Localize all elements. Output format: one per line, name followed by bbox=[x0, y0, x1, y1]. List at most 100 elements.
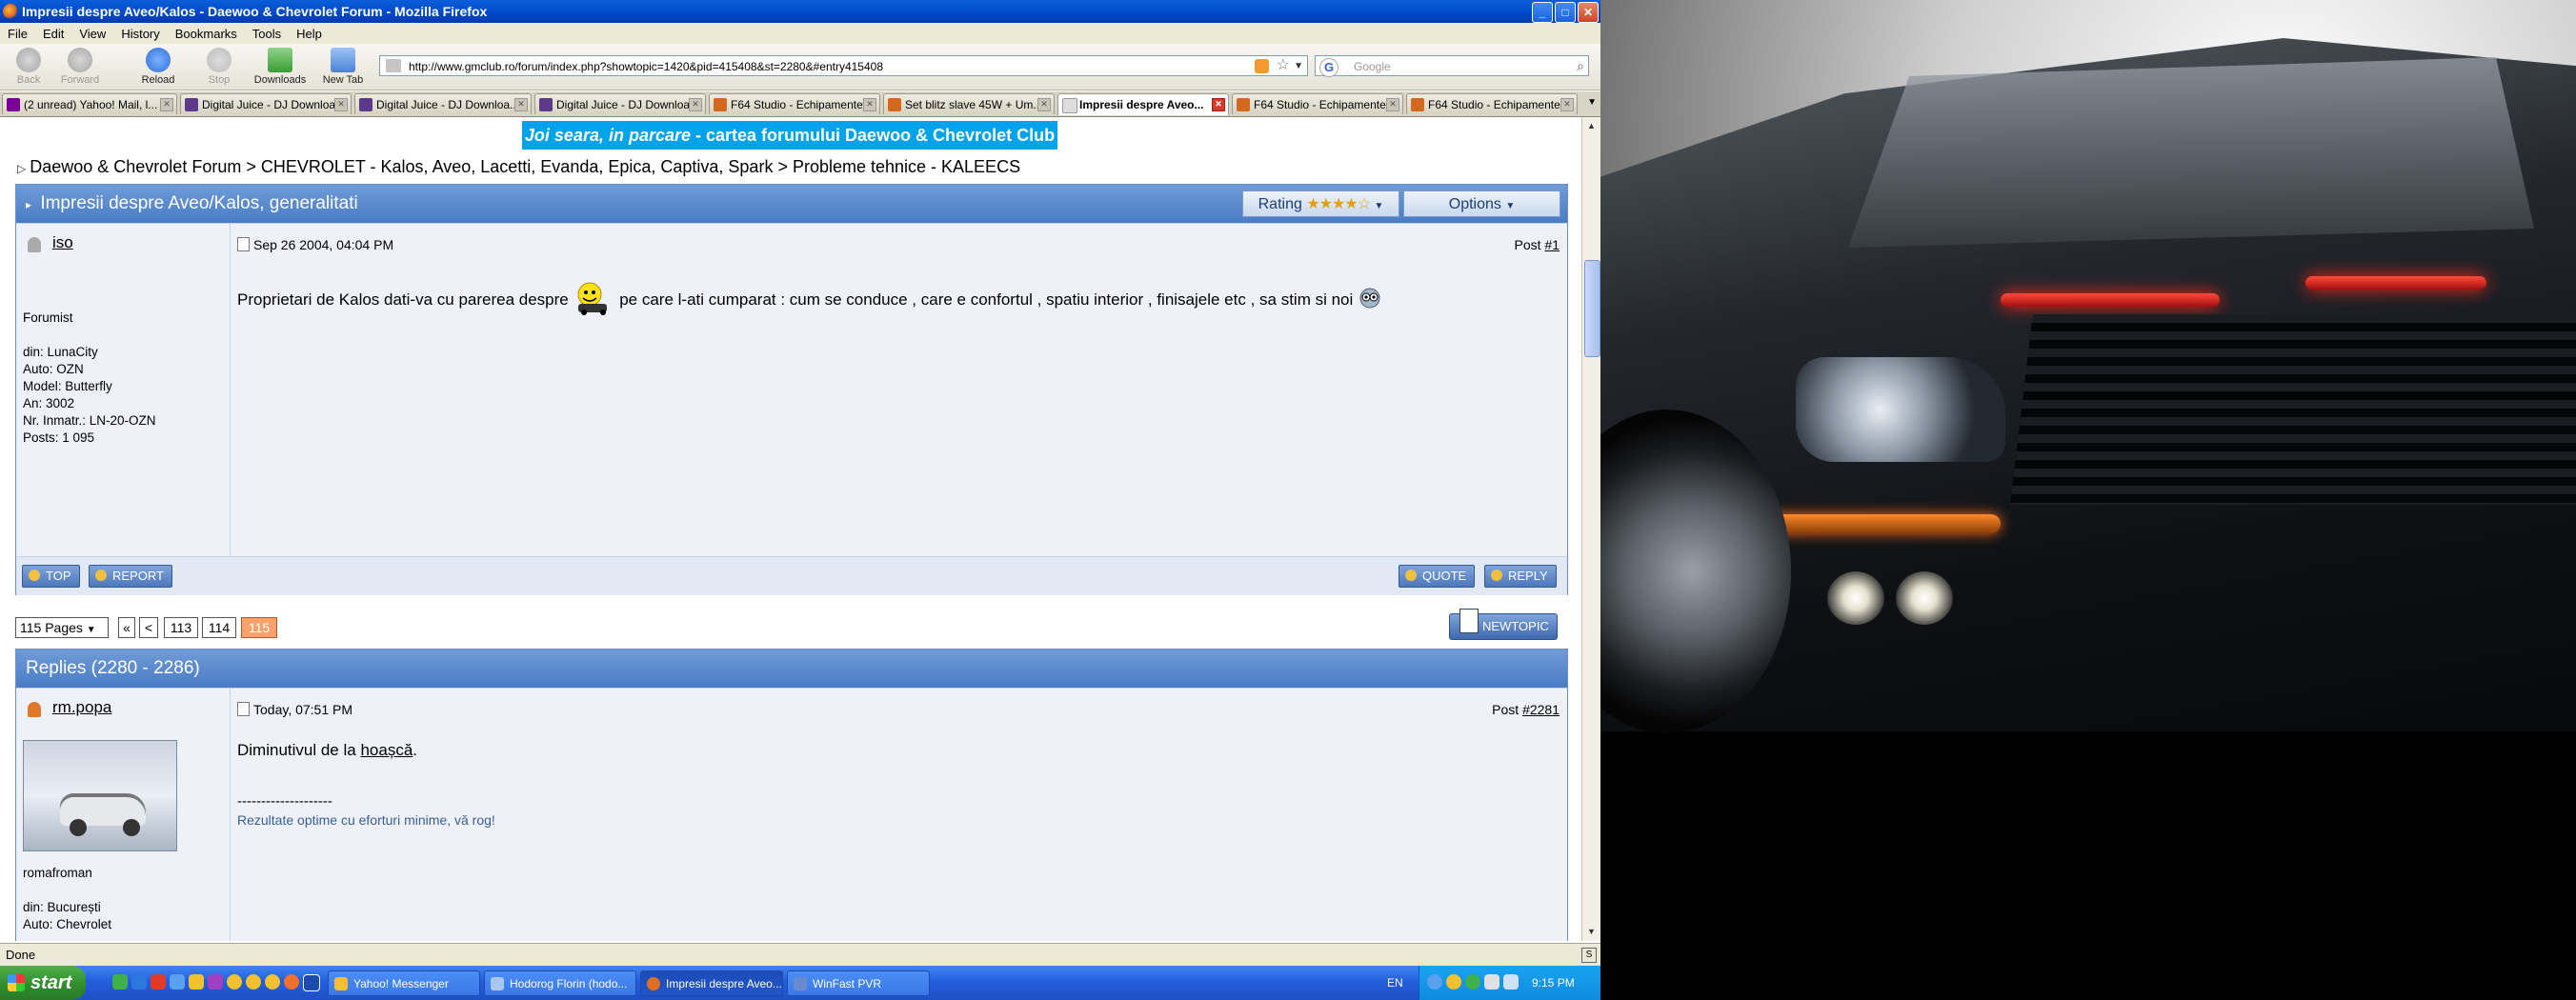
top-button[interactable]: TOP bbox=[22, 565, 80, 588]
tab-close-icon[interactable]: ✕ bbox=[863, 98, 876, 111]
tab-f64-studio-2[interactable]: F64 Studio - Echipamente... ✕ bbox=[1232, 93, 1403, 114]
minimize-button[interactable]: _ bbox=[1532, 2, 1553, 23]
tab-close-icon[interactable]: ✕ bbox=[1560, 98, 1574, 111]
tab-digital-juice-3[interactable]: Digital Juice - DJ Downloa... ✕ bbox=[534, 93, 706, 114]
breadcrumb[interactable]: ▷ Daewoo & Chevrolet Forum > CHEVROLET - … bbox=[17, 157, 1020, 177]
tab-yahoo-mail[interactable]: (2 unread) Yahoo! Mail, l... ✕ bbox=[2, 93, 177, 114]
options-button[interactable]: Options ▼ bbox=[1403, 190, 1560, 217]
reply-date: Today, 07:51 PM bbox=[237, 702, 352, 717]
url-bar[interactable]: http://www.gmclub.ro/forum/index.php?sho… bbox=[379, 55, 1308, 76]
tab-digital-juice-1[interactable]: Digital Juice - DJ Downloa... ✕ bbox=[180, 93, 352, 114]
post-username[interactable]: iso bbox=[52, 233, 73, 252]
reply-username[interactable]: rm.popa bbox=[52, 698, 111, 717]
menu-history[interactable]: History bbox=[121, 27, 159, 41]
firefox-icon bbox=[3, 4, 18, 19]
first-page-link[interactable]: « bbox=[118, 617, 135, 638]
quicklaunch-icon-7[interactable] bbox=[227, 974, 242, 990]
menu-bookmarks[interactable]: Bookmarks bbox=[175, 27, 237, 41]
reply-post-number-link[interactable]: #2281 bbox=[1522, 702, 1560, 717]
vertical-scrollbar[interactable]: ▲ ▼ bbox=[1581, 117, 1600, 941]
tray-icon-1[interactable] bbox=[1427, 974, 1442, 990]
tab-close-icon[interactable]: ✕ bbox=[1037, 98, 1051, 111]
task-firefox[interactable]: Impresii despre Aveo... bbox=[640, 970, 783, 996]
close-button[interactable]: ✕ bbox=[1578, 2, 1599, 23]
scrollbar-thumb[interactable] bbox=[1584, 260, 1600, 357]
quicklaunch-icon-10[interactable] bbox=[284, 974, 299, 990]
report-button[interactable]: REPORT bbox=[89, 565, 172, 588]
quote-button[interactable]: QUOTE bbox=[1399, 565, 1476, 588]
tab-close-icon[interactable]: ✕ bbox=[334, 98, 348, 111]
start-button[interactable]: start bbox=[0, 966, 86, 1000]
maximize-button[interactable]: □ bbox=[1555, 2, 1576, 23]
car-headlamp-shape bbox=[1796, 357, 2005, 462]
tray-icon-3[interactable] bbox=[1465, 974, 1480, 990]
url-dropdown-icon[interactable]: ▼ bbox=[1294, 56, 1303, 77]
back-button[interactable]: Back bbox=[0, 48, 57, 86]
tab-set-blitz[interactable]: Set blitz slave 45W + Um... ✕ bbox=[883, 93, 1055, 114]
language-indicator[interactable]: EN bbox=[1387, 966, 1403, 1000]
scroll-up-icon[interactable]: ▲ bbox=[1584, 119, 1599, 133]
tray-icon-4[interactable] bbox=[1484, 974, 1499, 990]
page-link-114[interactable]: 114 bbox=[202, 617, 236, 638]
volume-icon[interactable] bbox=[1503, 974, 1519, 990]
menu-help[interactable]: Help bbox=[296, 27, 322, 41]
reply-body-link[interactable]: hoașcă bbox=[360, 741, 413, 759]
bookmark-star-icon[interactable]: ☆ bbox=[1277, 57, 1290, 74]
menu-file[interactable]: File bbox=[8, 27, 28, 41]
tab-close-icon[interactable]: ✕ bbox=[160, 98, 173, 111]
tab-close-icon[interactable]: ✕ bbox=[689, 98, 702, 111]
clock[interactable]: 9:15 PM bbox=[1532, 966, 1575, 1000]
tab-impresii-aveo[interactable]: Impresii despre Aveo... ✕ bbox=[1057, 93, 1229, 115]
quote-plus-icon bbox=[1405, 570, 1417, 581]
tab-f64-studio-3[interactable]: F64 Studio - Echipamente... ✕ bbox=[1406, 93, 1578, 114]
promo-banner[interactable]: Joi seara, in parcare - cartea forumului… bbox=[522, 121, 1057, 150]
tab-close-icon[interactable]: ✕ bbox=[1212, 98, 1225, 111]
reply-button[interactable]: REPLY bbox=[1484, 565, 1557, 588]
stop-button[interactable]: Stop bbox=[191, 48, 248, 86]
post-body: Proprietari de Kalos dati-va cu parerea … bbox=[237, 281, 1382, 320]
task-winfast-pvr[interactable]: WinFast PVR bbox=[787, 970, 930, 996]
tab-close-icon[interactable]: ✕ bbox=[1386, 98, 1399, 111]
new-tab-icon bbox=[331, 48, 355, 72]
tray-icon-2[interactable] bbox=[1446, 974, 1461, 990]
avatar bbox=[23, 740, 177, 851]
downloads-button[interactable]: Downloads bbox=[252, 48, 309, 86]
rating-button[interactable]: Rating ★★★★☆ ▼ bbox=[1242, 190, 1399, 217]
google-engine-icon[interactable]: G bbox=[1319, 58, 1338, 77]
reply-body: Diminutivul de la hoașcă. bbox=[237, 741, 418, 759]
quicklaunch-icon-5[interactable] bbox=[189, 974, 204, 990]
tab-digital-juice-2[interactable]: Digital Juice - DJ Downloa... ✕ bbox=[354, 93, 532, 114]
rss-icon[interactable] bbox=[1255, 59, 1269, 73]
menu-view[interactable]: View bbox=[79, 27, 106, 41]
tab-list-dropdown-icon[interactable]: ▼ bbox=[1587, 97, 1597, 108]
pages-dropdown[interactable]: 115 Pages ▼ bbox=[15, 617, 109, 638]
quicklaunch-icon-6[interactable] bbox=[208, 974, 223, 990]
tab-close-icon[interactable]: ✕ bbox=[514, 98, 528, 111]
reload-icon bbox=[146, 48, 171, 72]
search-bar[interactable]: G Google ⌕ bbox=[1315, 55, 1589, 77]
quicklaunch-icon-8[interactable] bbox=[246, 974, 261, 990]
status-s-icon[interactable]: S bbox=[1581, 948, 1597, 963]
quicklaunch-icon-11[interactable] bbox=[303, 974, 320, 991]
downloads-icon bbox=[268, 48, 292, 72]
task-hodorog-florin[interactable]: Hodorog Florin (hodo... bbox=[484, 970, 636, 996]
prev-page-link[interactable]: < bbox=[139, 617, 158, 638]
task-yahoo-messenger[interactable]: Yahoo! Messenger bbox=[328, 970, 480, 996]
chevrolet-smiley-icon bbox=[573, 281, 614, 320]
forward-button[interactable]: Forward bbox=[51, 48, 109, 86]
search-icon[interactable]: ⌕ bbox=[1577, 59, 1584, 72]
menu-tools[interactable]: Tools bbox=[252, 27, 281, 41]
post-number-link[interactable]: #1 bbox=[1544, 237, 1560, 252]
quicklaunch-icon-2[interactable] bbox=[131, 974, 147, 990]
quicklaunch-icon-1[interactable] bbox=[112, 974, 128, 990]
new-topic-button[interactable]: NEWTOPIC bbox=[1449, 609, 1558, 640]
scroll-down-icon[interactable]: ▼ bbox=[1584, 925, 1599, 939]
menu-edit[interactable]: Edit bbox=[43, 27, 64, 41]
new-tab-button[interactable]: New Tab bbox=[314, 48, 372, 86]
quicklaunch-icon-3[interactable] bbox=[151, 974, 166, 990]
quicklaunch-icon-4[interactable] bbox=[170, 974, 185, 990]
reload-button[interactable]: Reload bbox=[130, 48, 187, 86]
page-link-113[interactable]: 113 bbox=[164, 617, 198, 638]
quicklaunch-icon-9[interactable] bbox=[265, 974, 280, 990]
tab-f64-studio-1[interactable]: F64 Studio - Echipamente... ✕ bbox=[709, 93, 880, 114]
